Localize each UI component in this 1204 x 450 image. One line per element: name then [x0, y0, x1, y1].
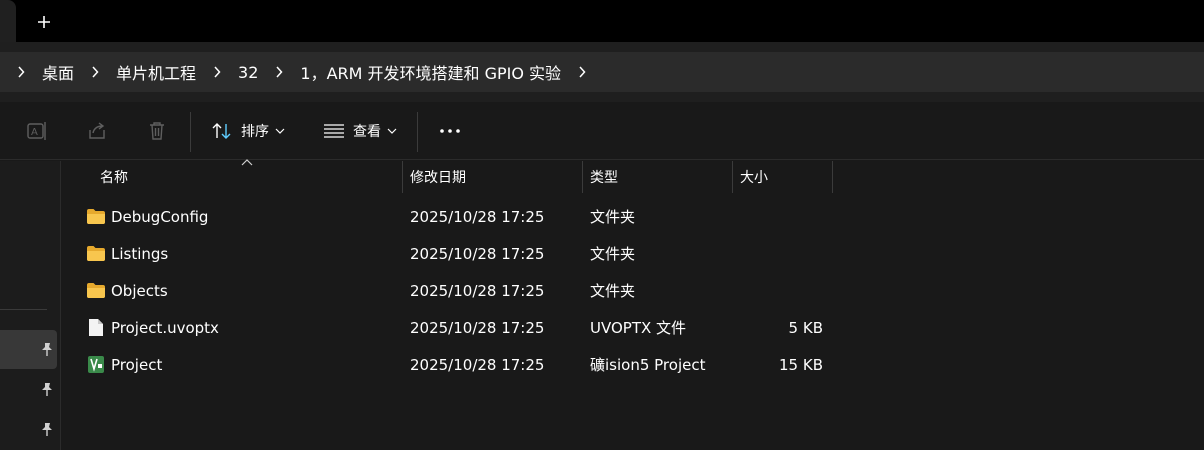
trash-icon [150, 122, 164, 140]
file-date: 2025/10/28 17:25 [410, 355, 545, 374]
file-explorer-window: 桌面 单片机工程 32 1，ARM 开发环境搭建和 GPIO 实验 A 排序 查… [0, 0, 1204, 450]
file-name[interactable]: DebugConfig [111, 198, 208, 235]
folder-icon [87, 283, 105, 298]
file-size: 15 KB [779, 355, 823, 374]
new-tab-button[interactable] [28, 8, 60, 36]
pin-icon[interactable] [39, 421, 55, 437]
active-tab-edge[interactable] [0, 0, 16, 42]
file-icon [89, 319, 103, 336]
file-date: 2025/10/28 17:25 [410, 207, 545, 226]
file-type: 文件夹 [590, 208, 636, 226]
plus-icon [38, 16, 50, 28]
sort-button[interactable]: 排序 [206, 113, 290, 149]
chevron-right-icon[interactable] [12, 52, 30, 92]
file-name[interactable]: Project [111, 346, 162, 383]
chevron-down-icon [387, 128, 397, 134]
file-row[interactable]: Project 2025/10/28 17:25 礦ision5 Project… [80, 346, 832, 383]
folder-icon [87, 209, 105, 224]
file-name[interactable]: Project.uvoptx [111, 309, 219, 346]
file-type: UVOPTX 文件 [590, 319, 687, 337]
more-icon [440, 129, 460, 133]
toolbar-divider [190, 112, 191, 152]
breadcrumb-32[interactable]: 32 [226, 63, 270, 82]
file-row[interactable]: Listings 2025/10/28 17:25 文件夹 [80, 235, 832, 272]
file-name[interactable]: Listings [111, 235, 168, 272]
view-label: 查看 [353, 124, 381, 140]
share-button[interactable] [80, 113, 114, 149]
file-row[interactable]: Project.uvoptx 2025/10/28 17:25 UVOPTX 文… [80, 309, 832, 346]
list-view-icon [324, 124, 344, 138]
chevron-down-icon [275, 128, 285, 134]
rename-button[interactable]: A [20, 113, 54, 149]
navigation-pane[interactable] [0, 161, 60, 450]
folder-icon [87, 246, 105, 261]
file-date: 2025/10/28 17:25 [410, 318, 545, 337]
breadcrumb-desktop[interactable]: 桌面 [30, 60, 86, 84]
file-date: 2025/10/28 17:25 [410, 281, 545, 300]
share-icon [89, 122, 105, 139]
file-type: 文件夹 [590, 245, 636, 263]
file-date: 2025/10/28 17:25 [410, 244, 545, 263]
pin-icon[interactable] [39, 381, 55, 397]
file-name[interactable]: Objects [111, 272, 168, 309]
svg-text:A: A [31, 127, 38, 138]
address-bar: 桌面 单片机工程 32 1，ARM 开发环境搭建和 GPIO 实验 [0, 42, 1204, 102]
file-type: 文件夹 [590, 282, 636, 300]
chevron-right-icon[interactable] [208, 52, 226, 92]
pane-splitter[interactable] [60, 161, 61, 450]
view-button[interactable]: 查看 [318, 113, 402, 149]
file-type: 礦ision5 Project [590, 356, 706, 374]
sort-label: 排序 [241, 124, 269, 140]
breadcrumb-current-folder[interactable]: 1，ARM 开发环境搭建和 GPIO 实验 [288, 60, 573, 84]
command-bar: A 排序 查看 [0, 102, 1204, 160]
breadcrumb-mcu-projects[interactable]: 单片机工程 [104, 60, 208, 84]
file-size: 5 KB [788, 318, 823, 337]
column-header-type[interactable]: 类型 [582, 161, 732, 193]
rename-icon: A [27, 122, 46, 140]
file-row[interactable]: Objects 2025/10/28 17:25 文件夹 [80, 272, 832, 309]
chevron-right-icon[interactable] [86, 52, 104, 92]
delete-button[interactable] [140, 113, 174, 149]
nav-divider [0, 309, 47, 310]
pin-icon[interactable] [39, 341, 55, 357]
chevron-right-icon[interactable] [270, 52, 288, 92]
breadcrumb[interactable]: 桌面 单片机工程 32 1，ARM 开发环境搭建和 GPIO 实验 [0, 52, 1204, 92]
column-divider[interactable] [832, 161, 833, 193]
keil-project-icon [88, 356, 104, 373]
chevron-right-icon[interactable] [573, 52, 591, 92]
column-header-size[interactable]: 大小 [732, 161, 832, 193]
sort-icon [212, 123, 231, 139]
file-row[interactable]: DebugConfig 2025/10/28 17:25 文件夹 [80, 198, 832, 235]
tab-strip [0, 0, 1204, 42]
toolbar-divider [417, 112, 418, 152]
more-options-button[interactable] [432, 113, 468, 149]
sort-ascending-icon [241, 159, 253, 166]
column-header-date[interactable]: 修改日期 [402, 161, 582, 193]
